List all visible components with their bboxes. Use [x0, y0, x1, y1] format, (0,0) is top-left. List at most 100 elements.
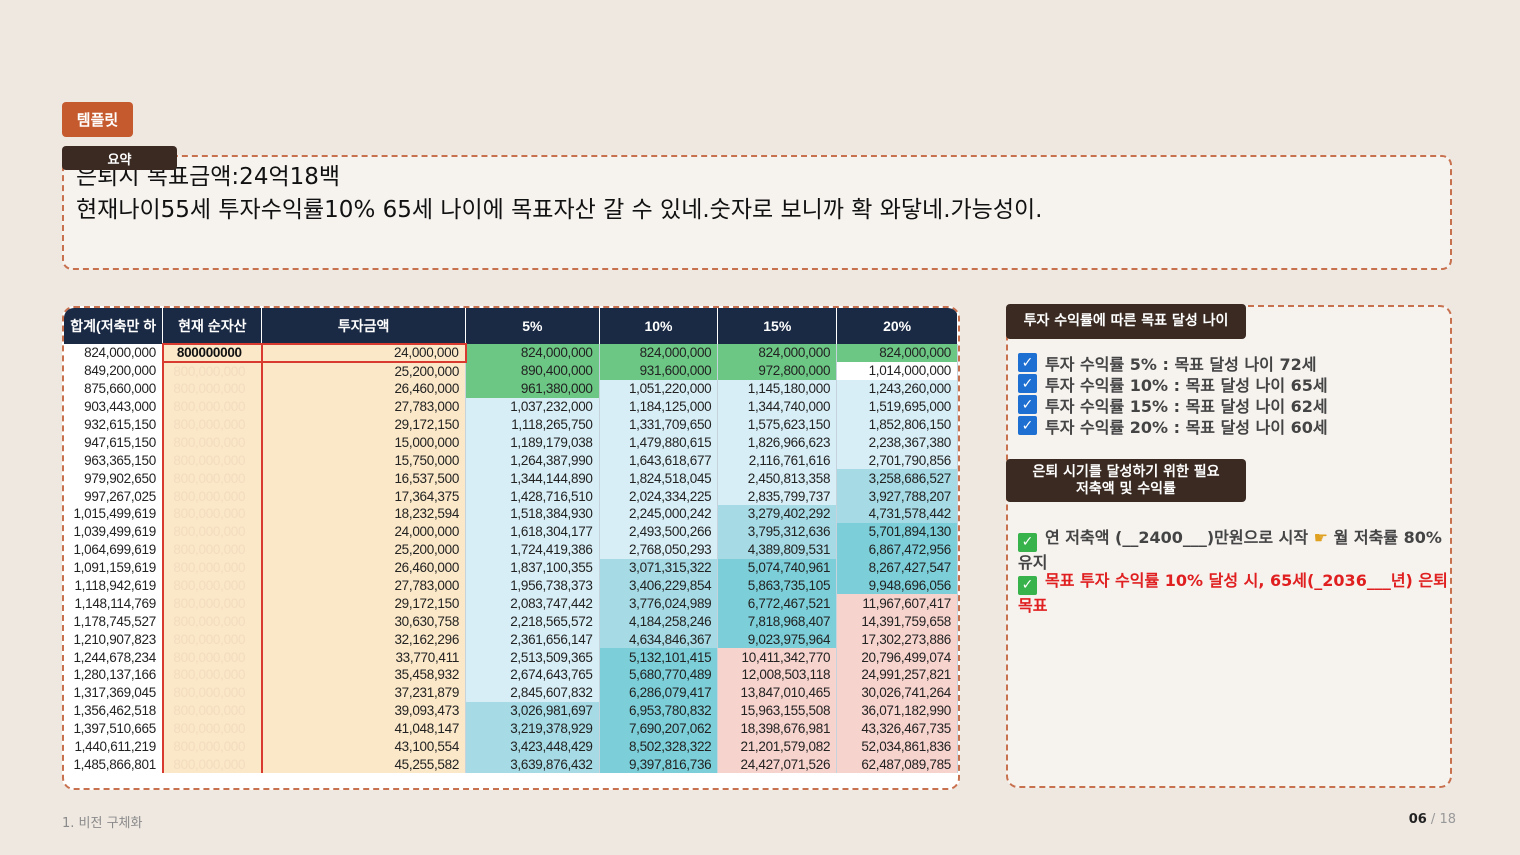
table-cell: 800,000,000 [161, 361, 263, 380]
table-cell: 25,200,000 [261, 540, 467, 559]
table-cell: 45,255,582 [261, 755, 467, 774]
column-header: 합계(저축만 하 [64, 308, 164, 344]
table-cell: 1,264,387,990 [465, 451, 600, 470]
table-cell: 2,845,607,832 [465, 683, 600, 702]
table-row: 903,443,000 800,000,000 27,783,000 1,037,23… [64, 397, 958, 416]
table-cell: 11,967,607,417 [836, 594, 958, 613]
table-cell: 17,302,273,886 [836, 630, 958, 649]
table-cell: 62,487,089,785 [836, 755, 958, 774]
table-cell: 3,406,229,854 [599, 576, 719, 595]
savings-goal: ✓ 연 저축액 (__2400___)만원으로 시작 ☛ 월 저축률 80% 유지 [1018, 528, 1442, 572]
table-cell: 979,902,650 [64, 469, 164, 488]
table-cell: 36,071,182,990 [836, 701, 958, 720]
table-row: 1,064,699,619 800,000,000 25,200,000 1,724,… [64, 540, 958, 559]
table-cell: 5,863,735,105 [717, 576, 838, 595]
summary-label: 요약 [62, 146, 177, 170]
table-row: 997,267,025 800,000,000 17,364,375 1,428,71… [64, 487, 958, 506]
table-cell: 2,835,799,737 [717, 487, 838, 506]
table-cell: 1,956,738,373 [465, 576, 600, 595]
table-row: 1,015,499,619 800,000,000 18,232,594 1,518,… [64, 505, 958, 523]
table-cell: 41,048,147 [261, 719, 467, 738]
column-header: 10% [599, 308, 719, 344]
checkbox-icon: ✓ [1018, 395, 1037, 414]
table-cell: 5,680,770,489 [599, 666, 719, 684]
table-cell: 800,000,000 [161, 540, 263, 559]
table-cell: 26,460,000 [261, 558, 467, 577]
table-cell: 5,701,894,130 [836, 522, 958, 541]
table-cell: 1,440,611,219 [64, 737, 164, 756]
table-cell: 21,201,579,082 [717, 737, 838, 756]
table-cell: 800,000,000 [161, 379, 263, 398]
table-row: 1,397,510,665 800,000,000 41,048,147 3,219,… [64, 719, 958, 738]
column-header: 투자금액 [261, 308, 467, 344]
table-cell: 15,963,155,508 [717, 701, 838, 720]
table-cell: 24,991,257,821 [836, 666, 958, 684]
goal-age-list: ✓ 투자 수익률 5% : 목표 달성 나이 72세 ✓ 투자 수익률 10% : … [1018, 352, 1328, 437]
table-cell: 800,000,000 [161, 755, 263, 774]
table-cell: 1,824,518,045 [599, 469, 719, 488]
table-cell: 2,245,000,242 [599, 505, 719, 523]
table-cell: 1,039,499,619 [64, 522, 164, 541]
pointing-hand-icon: ☛ [1313, 528, 1328, 547]
table-cell: 3,258,686,527 [836, 469, 958, 488]
table-cell: 800,000,000 [161, 487, 263, 506]
table-cell: 1,244,678,234 [64, 648, 164, 667]
table-cell: 800,000,000 [161, 451, 263, 470]
check-row-10: ✓ 투자 수익률 10% : 목표 달성 나이 65세 [1018, 373, 1328, 395]
table-cell: 14,391,759,658 [836, 612, 958, 631]
table-cell: 29,172,150 [261, 415, 467, 434]
table-cell: 1,014,000,000 [836, 361, 958, 380]
table-cell: 3,219,378,929 [465, 719, 600, 738]
table-cell: 3,795,312,636 [717, 522, 838, 541]
table-cell: 800,000,000 [161, 594, 263, 613]
table-cell: 800,000,000 [161, 683, 263, 702]
table-cell: 1,331,709,650 [599, 415, 719, 434]
summary-line-2: 현재나이55세 투자수익률10% 65세 나이에 목표자산 갈 수 있네.숫자로… [76, 197, 1043, 223]
table-row: 932,615,150 800,000,000 29,172,150 1,118,26… [64, 415, 958, 434]
check-row-15: ✓ 투자 수익률 15% : 목표 달성 나이 62세 [1018, 394, 1328, 416]
table-cell: 1,091,159,619 [64, 558, 164, 577]
table-cell: 32,162,296 [261, 630, 467, 649]
table-cell: 800,000,000 [161, 397, 263, 416]
table-cell: 20,796,499,074 [836, 648, 958, 667]
column-header: 현재 순자산 [162, 308, 263, 344]
table-cell: 961,380,000 [465, 379, 600, 398]
table-cell: 1,485,866,801 [64, 755, 164, 774]
table-cell: 800,000,000 [161, 576, 263, 595]
table-cell: 9,948,696,056 [836, 576, 958, 595]
table-row: 1,244,678,234 800,000,000 33,770,411 2,513,… [64, 648, 958, 667]
table-cell: 8,502,328,322 [599, 737, 719, 756]
table-cell: 24,000,000 [261, 522, 467, 541]
table-cell: 1,826,966,623 [717, 433, 838, 452]
table-cell: 1,575,623,150 [717, 415, 838, 434]
table-cell: 1,064,699,619 [64, 540, 164, 559]
table-cell: 3,423,448,429 [465, 737, 600, 756]
projection-table: 합계(저축만 하 현재 순자산 투자금액 5% 10% 15% 20% 824,000,00… [64, 308, 958, 774]
table-cell: 8,267,427,547 [836, 558, 958, 577]
table-cell: 1,356,462,518 [64, 701, 164, 720]
table-cell: 875,660,000 [64, 379, 164, 398]
table-header-row: 합계(저축만 하 현재 순자산 투자금액 5% 10% 15% 20% [64, 308, 958, 344]
table-row: 1,356,462,518 800,000,000 39,093,473 3,026,… [64, 701, 958, 720]
table-cell: 33,770,411 [261, 648, 467, 667]
table-cell: 824,000,000 [717, 344, 838, 362]
table-cell: 3,639,876,432 [465, 755, 600, 774]
table-cell: 800,000,000 [161, 666, 263, 684]
table-row: 1,280,137,166 800,000,000 35,458,932 2,674,… [64, 666, 958, 684]
table-cell: 800,000,000 [161, 505, 263, 523]
table-cell: 4,731,578,442 [836, 505, 958, 523]
table-cell: 824,000,000 [599, 344, 719, 362]
green-check-icon: ✓ [1018, 576, 1037, 595]
table-cell: 6,772,467,521 [717, 594, 838, 613]
template-tag: 템플릿 [62, 102, 133, 137]
return-goal: ✓ 목표 투자 수익률 10% 달성 시, 65세(_2036___년) 은퇴 목… [1018, 571, 1448, 615]
table-cell: 3,026,981,697 [465, 701, 600, 720]
table-cell: 1,317,369,045 [64, 683, 164, 702]
table-cell: 1,428,716,510 [465, 487, 600, 506]
table-cell: 800,000,000 [161, 612, 263, 631]
table-cell: 800,000,000 [161, 415, 263, 434]
table-cell: 24,427,071,526 [717, 755, 838, 774]
table-row: 1,210,907,823 800,000,000 32,162,296 2,361,… [64, 630, 958, 649]
table-cell: 3,279,402,292 [717, 505, 838, 523]
table-row: 1,118,942,619 800,000,000 27,783,000 1,956,… [64, 576, 958, 595]
